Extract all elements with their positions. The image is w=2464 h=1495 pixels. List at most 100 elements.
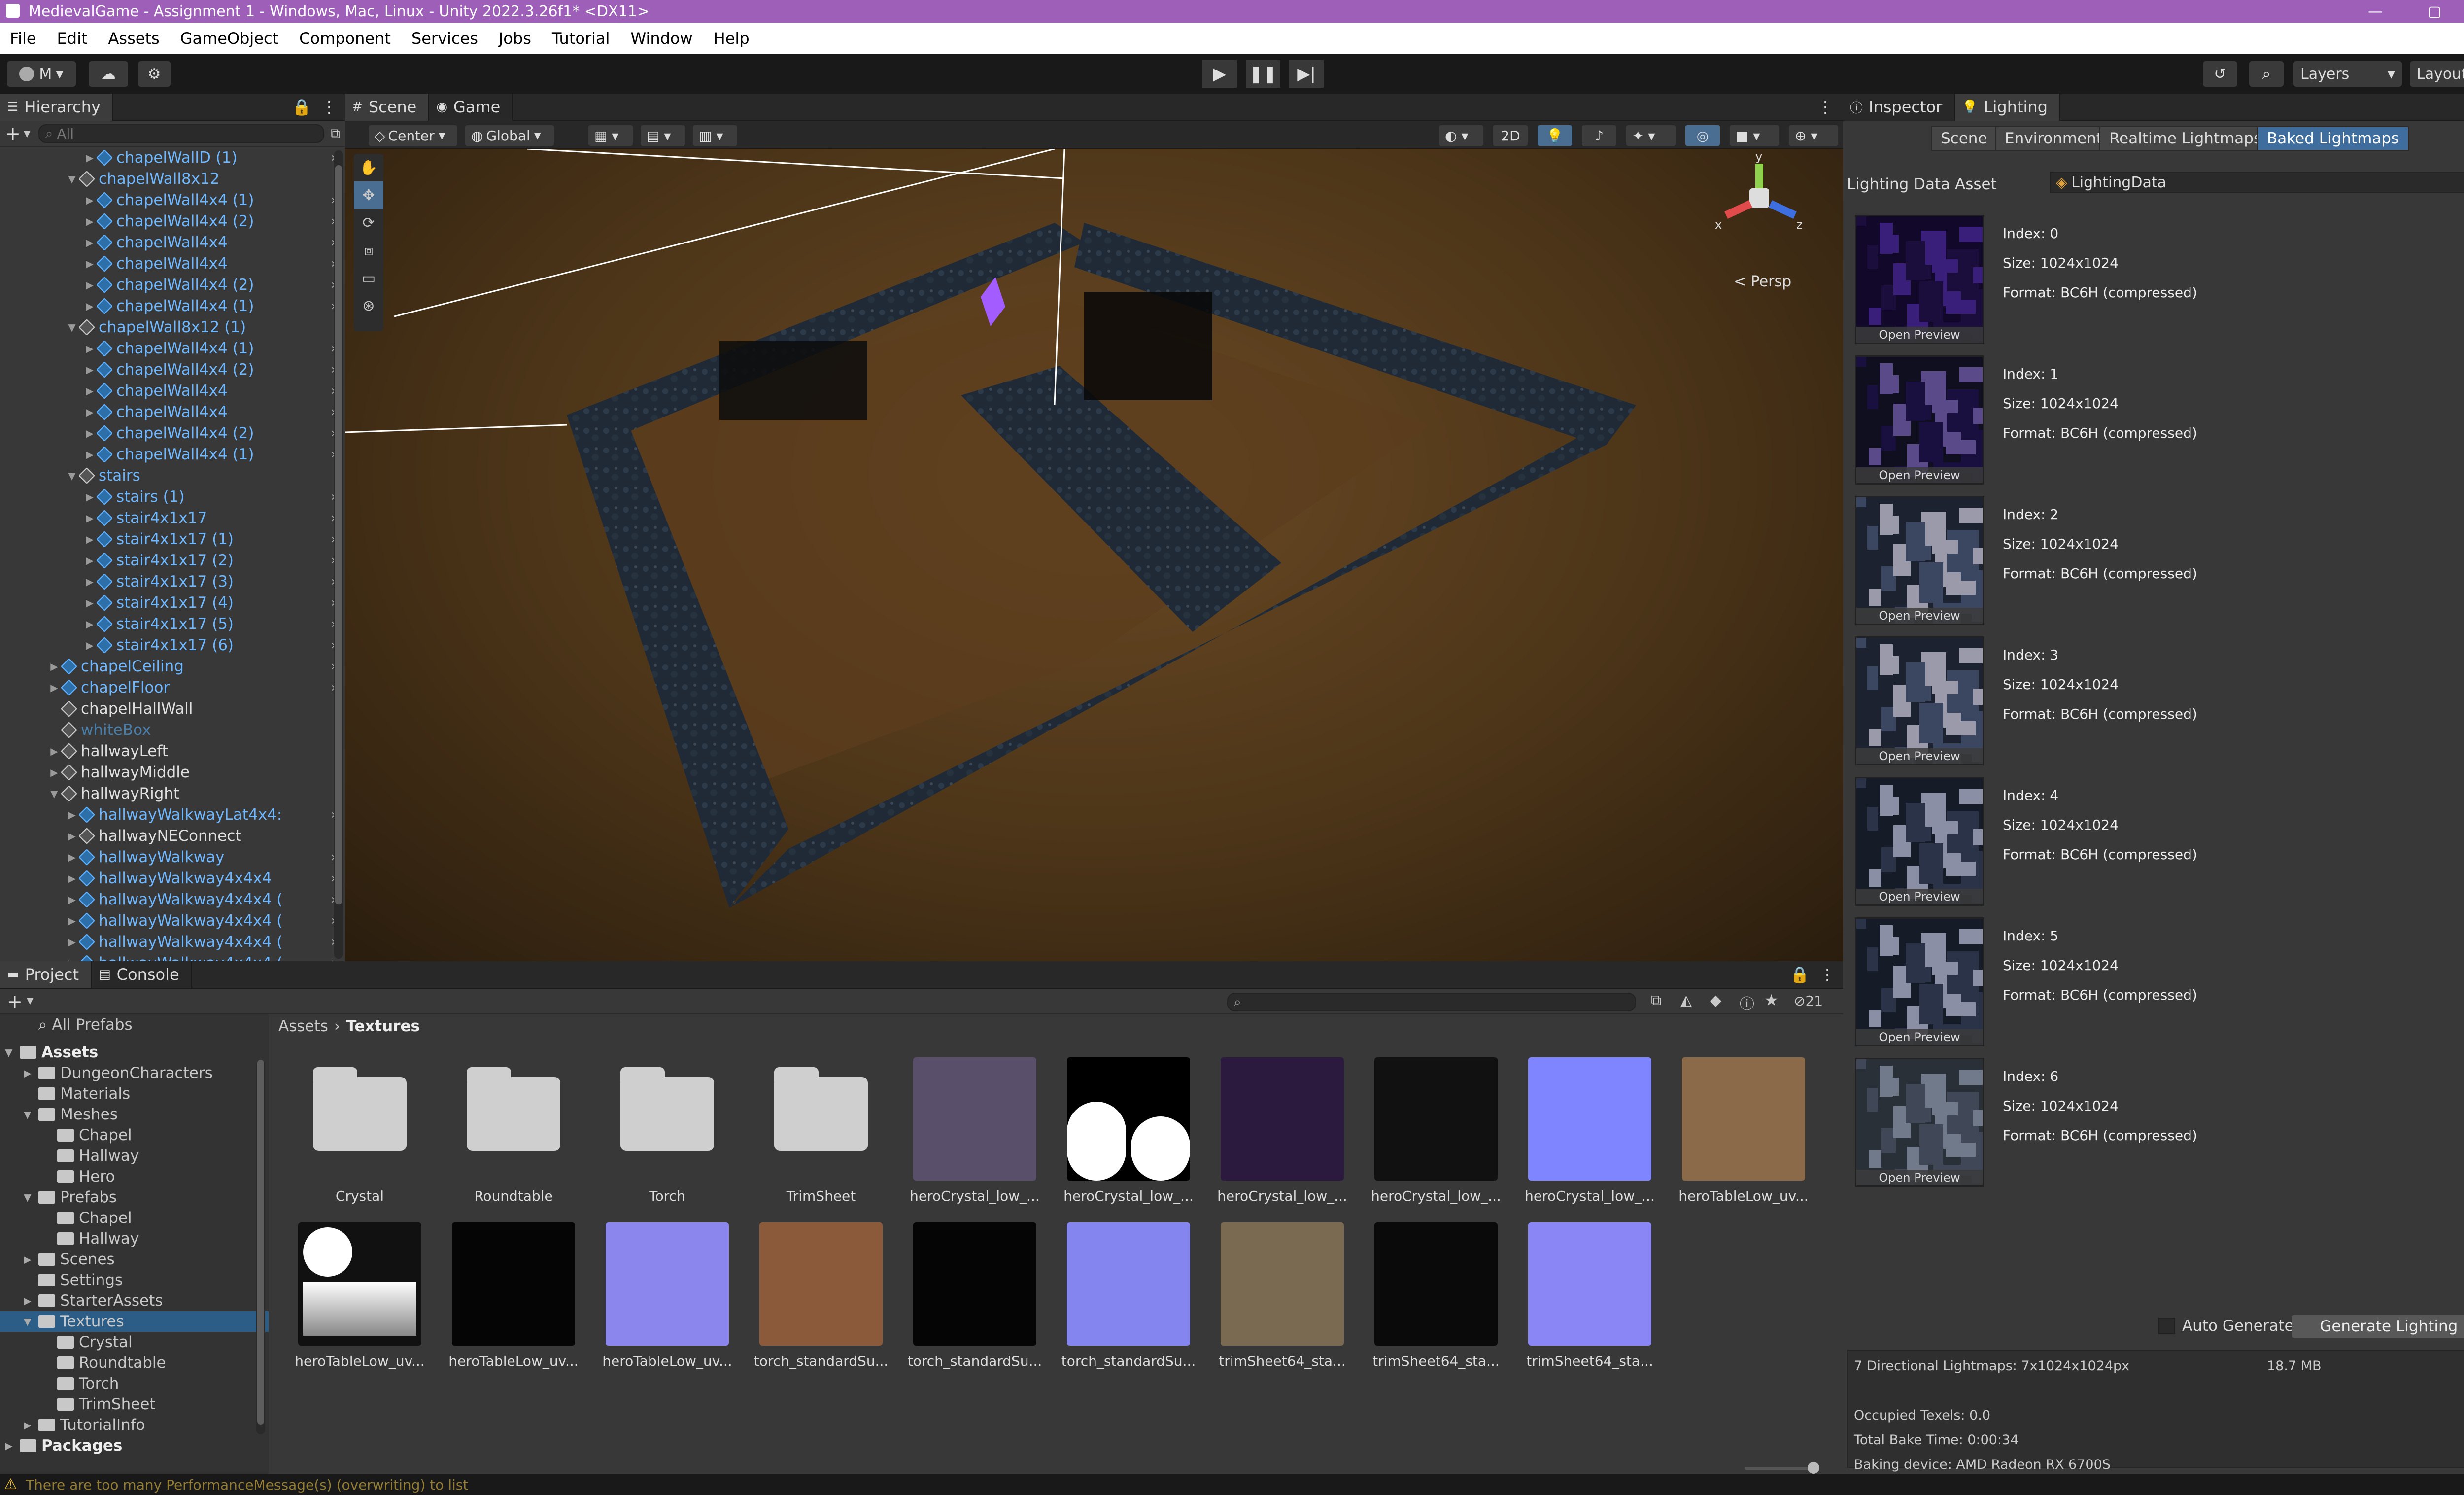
rotate-tool-icon[interactable]: ⟳ bbox=[354, 209, 383, 237]
audio-toggle-button[interactable]: ♪ bbox=[1582, 125, 1616, 146]
collapse-arrow-icon[interactable]: ▶ bbox=[65, 830, 79, 842]
project-tree-item[interactable]: ▼ Assets bbox=[0, 1042, 269, 1063]
hierarchy-row[interactable]: ▼ stairs bbox=[0, 465, 345, 486]
hidden-count-badge[interactable]: ⊘21 bbox=[1794, 993, 1823, 1009]
collapse-arrow-icon[interactable]: ▶ bbox=[83, 533, 97, 545]
folder-asset[interactable]: Roundtable bbox=[427, 1057, 575, 1220]
tab-game[interactable]: ◉ Game bbox=[429, 94, 513, 121]
layout-dropdown[interactable]: Layout▼ bbox=[2410, 61, 2464, 87]
expand-arrow-icon[interactable]: ▼ bbox=[24, 1109, 38, 1120]
expand-arrow-icon[interactable]: ▼ bbox=[24, 1191, 38, 1203]
hierarchy-row[interactable]: ▶ hallwayLeft bbox=[0, 740, 345, 762]
collapse-arrow-icon[interactable]: ▶ bbox=[83, 449, 97, 460]
menu-edit[interactable]: Edit bbox=[57, 29, 88, 48]
project-tree-item[interactable]: ▶ Packages bbox=[0, 1435, 269, 1456]
hierarchy-row[interactable]: chapelHallWall bbox=[0, 698, 345, 719]
transform-tool-icon[interactable]: ⊛ bbox=[354, 292, 383, 319]
breadcrumb-textures[interactable]: Textures bbox=[346, 1017, 420, 1035]
texture-asset[interactable]: torch_standardSu... bbox=[1042, 1222, 1196, 1385]
search-button[interactable]: ⌕ bbox=[2249, 61, 2284, 87]
lightmap-thumbnail[interactable]: Open Preview bbox=[1855, 355, 1984, 485]
texture-asset[interactable]: torch_standardSu... bbox=[735, 1222, 888, 1385]
collapse-arrow-icon[interactable]: ▶ bbox=[83, 343, 97, 354]
hierarchy-row[interactable]: ▶ chapelWall4x4 › bbox=[0, 232, 345, 253]
hidden-objects-toggle[interactable]: ◎ bbox=[1685, 125, 1720, 146]
menu-file[interactable]: File bbox=[10, 29, 36, 48]
cloud-button[interactable]: ☁ bbox=[89, 61, 128, 87]
collapse-arrow-icon[interactable]: ▶ bbox=[83, 618, 97, 630]
hierarchy-row[interactable]: ▶ chapelWall4x4 (2) › bbox=[0, 210, 345, 232]
hierarchy-row[interactable]: ▶ stair4x1x17 (6) › bbox=[0, 634, 345, 656]
hierarchy-row[interactable]: ▶ stair4x1x17 › bbox=[0, 507, 345, 528]
hierarchy-row[interactable]: ▶ chapelWall4x4 (2) › bbox=[0, 359, 345, 380]
filter-type-icon[interactable]: ⧉ bbox=[1651, 992, 1661, 1009]
texture-asset[interactable]: heroCrystal_low_... bbox=[889, 1057, 1040, 1220]
gizmos-dropdown[interactable]: ⊕ ▾ bbox=[1789, 125, 1838, 146]
tab-lighting[interactable]: 💡 Lighting bbox=[1955, 94, 2060, 121]
scale-tool-icon[interactable]: ⧈ bbox=[354, 237, 383, 264]
increment-snap-button[interactable]: ▤ ▾ bbox=[641, 125, 685, 146]
texture-asset[interactable]: heroTableLow_uv... bbox=[427, 1222, 579, 1385]
collapse-arrow-icon[interactable]: ▶ bbox=[65, 957, 79, 962]
grid-snap-button[interactable]: ▦ ▾ bbox=[588, 125, 633, 146]
generate-lighting-button[interactable]: Generate Lighting ▼ bbox=[2292, 1315, 2464, 1338]
space-dropdown[interactable]: ◍ Global ▼ bbox=[465, 125, 554, 146]
project-tree-item[interactable]: TrimSheet bbox=[0, 1394, 269, 1415]
move-tool-icon[interactable]: ✥ bbox=[354, 181, 383, 209]
hierarchy-row[interactable]: ▶ chapelWall4x4 (2) › bbox=[0, 422, 345, 444]
hierarchy-row[interactable]: ▶ chapelCeiling › bbox=[0, 656, 345, 677]
tab-hierarchy[interactable]: ☰ Hierarchy bbox=[0, 94, 113, 121]
hierarchy-search-input[interactable]: ⌕ All bbox=[38, 124, 324, 143]
collapse-arrow-icon[interactable]: ▶ bbox=[83, 512, 97, 524]
step-button[interactable]: ▶| bbox=[1289, 60, 1324, 88]
open-preview-button[interactable]: Open Preview bbox=[1856, 327, 1983, 343]
texture-asset[interactable]: heroTableLow_uv... bbox=[1657, 1057, 1809, 1220]
project-tree-item[interactable]: Settings bbox=[0, 1270, 269, 1290]
lightmap-thumbnail[interactable]: Open Preview bbox=[1855, 636, 1984, 765]
project-search-input[interactable]: ⌕ bbox=[1227, 993, 1636, 1011]
folder-asset[interactable]: TrimSheet bbox=[735, 1057, 883, 1220]
project-tree-item[interactable]: ▼ Meshes bbox=[0, 1104, 269, 1125]
expand-arrow-icon[interactable]: ▼ bbox=[24, 1316, 38, 1327]
hierarchy-row[interactable]: ▶ chapelWallD (1) › bbox=[0, 147, 345, 168]
collapse-arrow-icon[interactable]: ▶ bbox=[47, 766, 61, 778]
lightmap-thumbnail[interactable]: Open Preview bbox=[1855, 215, 1984, 344]
project-tree-item[interactable]: ▼ Textures bbox=[0, 1311, 269, 1332]
collapse-arrow-icon[interactable]: ▶ bbox=[83, 491, 97, 503]
tab-scene[interactable]: # Scene bbox=[345, 94, 430, 121]
menu-window[interactable]: Window bbox=[631, 29, 693, 48]
history-button[interactable]: ↺ bbox=[2203, 61, 2237, 87]
tag-icon[interactable]: ◆ bbox=[1710, 992, 1721, 1009]
hierarchy-row[interactable]: ▶ stair4x1x17 (5) › bbox=[0, 613, 345, 634]
tab-inspector[interactable]: ⓘ Inspector bbox=[1843, 94, 1955, 121]
collapse-arrow-icon[interactable]: ▶ bbox=[83, 406, 97, 418]
collapse-arrow-icon[interactable]: ▶ bbox=[24, 1295, 38, 1307]
open-preview-button[interactable]: Open Preview bbox=[1856, 889, 1983, 904]
open-preview-button[interactable]: Open Preview bbox=[1856, 1170, 1983, 1185]
hierarchy-row[interactable]: ▶ chapelFloor › bbox=[0, 677, 345, 698]
project-tree-item[interactable]: Crystal bbox=[0, 1332, 269, 1353]
orientation-gizmo[interactable]: y x z bbox=[1715, 150, 1804, 247]
hierarchy-row[interactable]: ▶ stair4x1x17 (4) › bbox=[0, 592, 345, 613]
collapse-arrow-icon[interactable]: ▶ bbox=[65, 936, 79, 948]
hierarchy-row[interactable]: ▶ chapelWall4x4 › bbox=[0, 401, 345, 422]
scrollbar-thumb[interactable] bbox=[335, 165, 342, 904]
lighting-tab-realtime[interactable]: Realtime Lightmaps bbox=[2099, 126, 2272, 151]
hierarchy-row[interactable]: ▶ hallwayWalkwayLat4x4: › bbox=[0, 804, 345, 825]
scene-visibility-icon[interactable]: ⧉ bbox=[330, 125, 340, 142]
hierarchy-row[interactable]: ▶ chapelWall4x4 (1) › bbox=[0, 295, 345, 316]
minimize-button[interactable]: — bbox=[2346, 0, 2405, 23]
hierarchy-row[interactable]: ▶hallwayWalkway4x4x4 (› bbox=[0, 910, 345, 931]
hierarchy-row[interactable]: ▶ chapelWall4x4 (1) › bbox=[0, 444, 345, 465]
breadcrumb-assets[interactable]: Assets bbox=[278, 1017, 328, 1035]
collapse-arrow-icon[interactable]: ▶ bbox=[83, 385, 97, 397]
collapse-arrow-icon[interactable]: ▶ bbox=[83, 279, 97, 291]
hierarchy-row[interactable]: ▶ hallwayWalkway › bbox=[0, 846, 345, 868]
project-tree-item[interactable]: Hallway bbox=[0, 1228, 269, 1249]
collapse-arrow-icon[interactable]: ▶ bbox=[83, 639, 97, 651]
hierarchy-row[interactable]: ▶ stair4x1x17 (2) › bbox=[0, 550, 345, 571]
zoom-slider[interactable] bbox=[1745, 1462, 1819, 1474]
more-menu-icon[interactable]: ⋮ bbox=[1817, 98, 1833, 116]
camera-dropdown[interactable]: ■ ▾ bbox=[1730, 125, 1779, 146]
project-tree-item[interactable]: Chapel bbox=[0, 1208, 269, 1228]
